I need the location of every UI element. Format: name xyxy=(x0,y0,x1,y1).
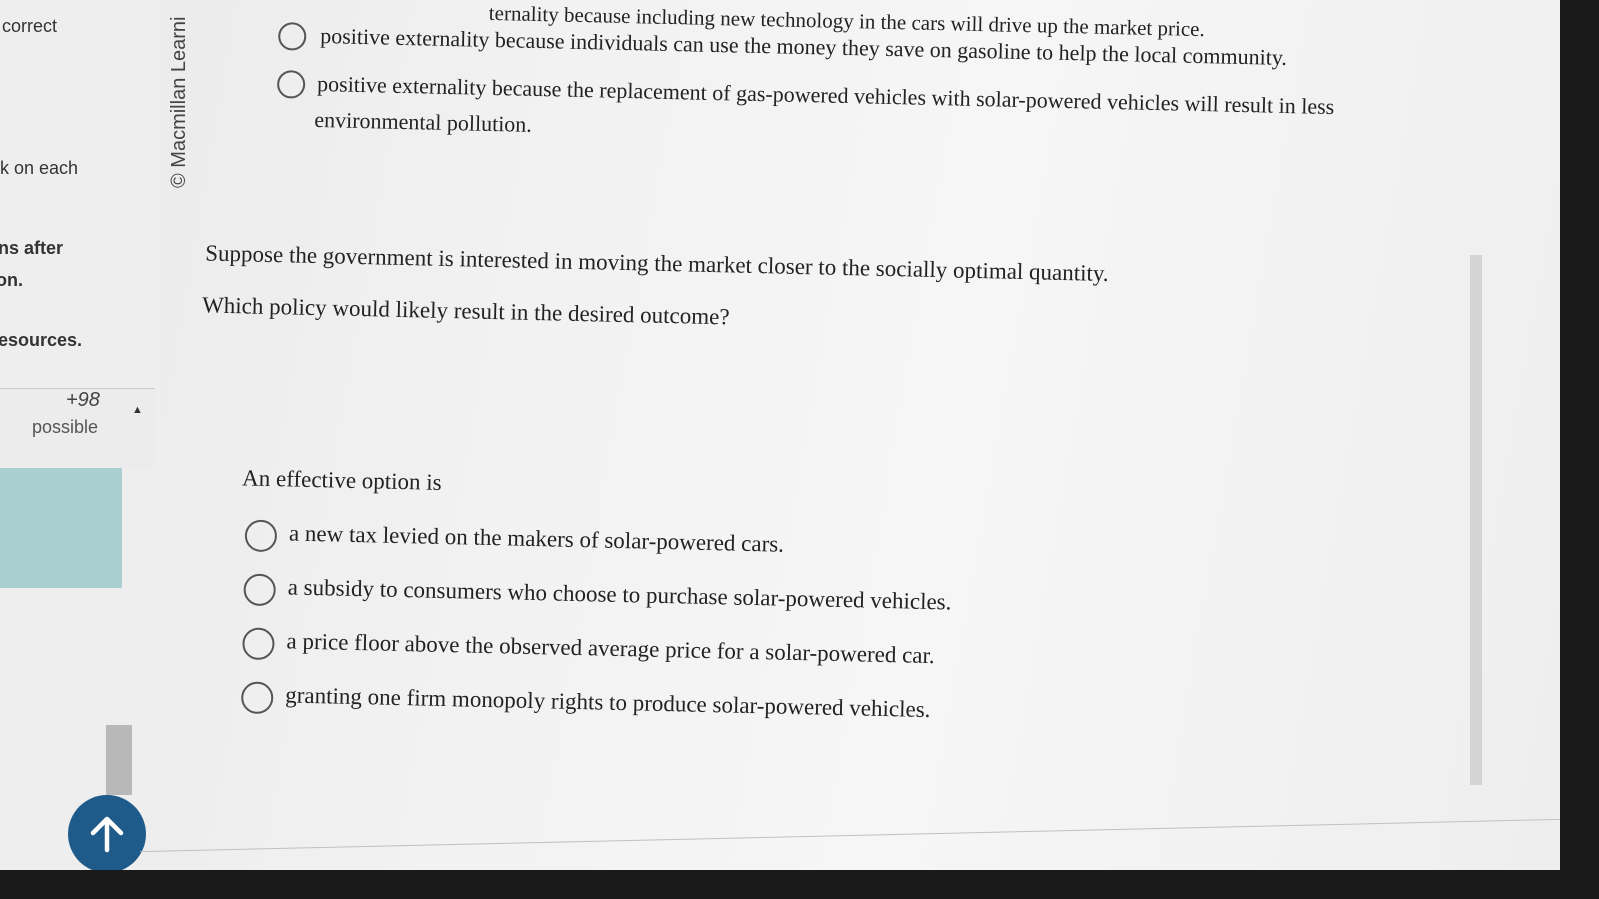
previous-option-label-2-continued: environmental pollution. xyxy=(314,106,533,137)
answer-radio-tax[interactable] xyxy=(244,519,278,553)
question-subtext: Which policy would likely result in the … xyxy=(201,292,730,330)
answer-radio-monopoly[interactable] xyxy=(240,681,274,715)
question-content: ternality because including new technolo… xyxy=(0,0,1560,870)
answer-label-monopoly: granting one firm monopoly rights to pro… xyxy=(285,682,931,723)
previous-option-radio-2[interactable] xyxy=(276,70,306,99)
answer-label-subsidy: a subsidy to consumers who choose to pur… xyxy=(287,574,952,615)
answer-radio-price-floor[interactable] xyxy=(242,627,275,661)
screen: correct k on each ns after on. esources.… xyxy=(0,0,1560,870)
question-text: Suppose the government is interested in … xyxy=(205,240,1110,286)
content-scrollbar[interactable] xyxy=(1470,255,1482,785)
answer-prompt: An effective option is xyxy=(241,465,442,495)
answer-label-price-floor: a price floor above the observed average… xyxy=(286,628,935,669)
answer-radio-subsidy[interactable] xyxy=(243,573,277,607)
previous-option-radio-1[interactable] xyxy=(277,22,307,51)
answer-label-tax: a new tax levied on the makers of solar-… xyxy=(288,520,785,557)
